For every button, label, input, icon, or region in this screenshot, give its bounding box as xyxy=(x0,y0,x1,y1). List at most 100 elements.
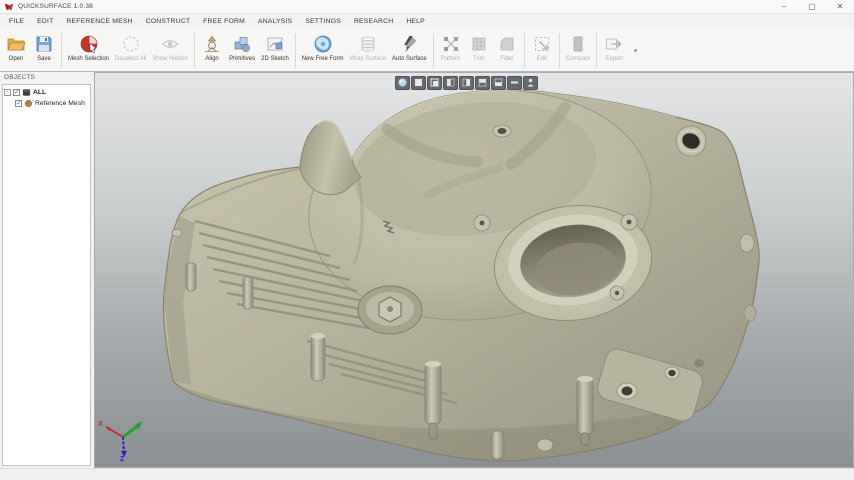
toolbar-button-save[interactable]: Save xyxy=(30,31,58,70)
toolbar-button-label: Mesh Selection xyxy=(68,56,109,62)
toolbar-group: Export xyxy=(600,31,628,70)
toolbar-button-label: Export xyxy=(606,56,623,62)
view-button-bottom-view[interactable] xyxy=(491,76,506,90)
axis-z-label: Z xyxy=(120,456,125,461)
pan-view-icon xyxy=(509,77,520,90)
toolbar-button-label: Primitives xyxy=(229,56,255,62)
sketch-2d-icon xyxy=(264,33,286,55)
toolbar-button-compare[interactable]: Compare xyxy=(563,31,594,70)
tree-expander-icon[interactable]: - xyxy=(4,89,11,96)
toolbar-separator xyxy=(433,33,434,68)
bottom-view-icon xyxy=(493,77,504,90)
reference-mesh-icon xyxy=(24,99,33,108)
toolbar-button-2d-sketch[interactable]: 2D Sketch xyxy=(258,31,292,70)
toolbar-button-trim[interactable]: Trim xyxy=(465,31,493,70)
mesh-selection-icon xyxy=(78,33,100,55)
toolbar-group: Align Primitives 2D Sketch xyxy=(198,31,292,70)
menu-item-research[interactable]: RESEARCH xyxy=(353,16,394,27)
axis-y-label: Y xyxy=(143,418,148,425)
title-bar: QUICKSURFACE 1.0.38 – ▢ ✕ xyxy=(0,0,854,14)
app-logo-icon xyxy=(4,2,14,12)
tree-item-reference-mesh[interactable]: ✓ Reference Mesh xyxy=(4,98,89,109)
toolbar-button-label: 2D Sketch xyxy=(261,56,289,62)
menu-item-settings[interactable]: SETTINGS xyxy=(304,16,342,27)
toolbar-button-fillet[interactable]: Fillet xyxy=(493,31,521,70)
menu-item-construct[interactable]: CONSTRUCT xyxy=(145,16,191,27)
view-button-back-view[interactable] xyxy=(427,76,442,90)
maximize-button[interactable]: ▢ xyxy=(798,0,826,14)
menu-item-help[interactable]: HELP xyxy=(405,16,426,27)
edit-icon xyxy=(531,33,553,55)
minimize-button[interactable]: – xyxy=(770,0,798,14)
primitives-icon xyxy=(231,33,253,55)
toolbar-button-label: Compare xyxy=(566,56,591,62)
3d-viewport[interactable]: X Y Z xyxy=(94,72,854,468)
menu-item-free-form[interactable]: FREE FORM xyxy=(202,16,246,27)
menu-item-analysis[interactable]: ANALYSIS xyxy=(257,16,293,27)
orbit-view-icon xyxy=(397,77,408,90)
user-view-icon xyxy=(525,77,536,90)
toolbar-button-new-free-form[interactable]: New Free Form xyxy=(299,31,347,70)
save-floppy-icon xyxy=(33,33,55,55)
tree-item-label: ALL xyxy=(33,89,46,96)
toolbar-button-primitives[interactable]: Primitives xyxy=(226,31,258,70)
toolbar-button-wrap-surface[interactable]: Wrap Surface xyxy=(346,31,389,70)
toolbar-button-edit[interactable]: Edit xyxy=(528,31,556,70)
toolbar-group: Pattern Trim Fillet xyxy=(437,31,521,70)
pattern-icon xyxy=(440,33,462,55)
toolbar-separator xyxy=(61,33,62,68)
view-button-right-view[interactable] xyxy=(459,76,474,90)
view-button-user-view[interactable] xyxy=(523,76,538,90)
toolbar-button-label: Wrap Surface xyxy=(349,56,386,62)
toolbar-button-auto-surface[interactable]: Auto Surface xyxy=(389,31,430,70)
toolbar-separator xyxy=(194,33,195,68)
toolbar-button-label: Save xyxy=(37,56,51,62)
align-icon xyxy=(201,33,223,55)
toolbar-button-label: Show Hidden xyxy=(152,56,188,62)
axis-triad: X Y Z xyxy=(97,409,149,461)
toolbar-button-show-hidden[interactable]: Show Hidden xyxy=(149,31,191,70)
view-button-front-view[interactable] xyxy=(411,76,426,90)
toolbar-button-label: Edit xyxy=(537,56,547,62)
view-button-left-view[interactable] xyxy=(443,76,458,90)
view-button-top-view[interactable] xyxy=(475,76,490,90)
show-hidden-eye-icon xyxy=(159,33,181,55)
toolbar-separator xyxy=(524,33,525,68)
toolbar-overflow-icon[interactable] xyxy=(634,49,637,52)
3d-model-engine-cover[interactable] xyxy=(95,73,853,467)
menu-item-reference-mesh[interactable]: REFERENCE MESH xyxy=(65,16,133,27)
view-button-pan-view[interactable] xyxy=(507,76,522,90)
auto-surface-icon xyxy=(398,33,420,55)
tree-item-label: Reference Mesh xyxy=(35,100,85,107)
toolbar-button-label: Trim xyxy=(473,56,485,62)
status-bar xyxy=(0,468,854,480)
toolbar-separator xyxy=(295,33,296,68)
compare-icon xyxy=(567,33,589,55)
toolbar-button-mesh-selection[interactable]: Mesh Selection xyxy=(65,31,112,70)
toolbar-button-label: Deselect All xyxy=(115,56,146,62)
deselect-all-icon xyxy=(120,33,142,55)
group-all-icon xyxy=(22,88,31,97)
toolbar-separator xyxy=(559,33,560,68)
view-button-orbit-view[interactable] xyxy=(395,76,410,90)
toolbar-group: Edit xyxy=(528,31,556,70)
top-view-icon xyxy=(477,77,488,90)
trim-icon xyxy=(468,33,490,55)
back-view-icon xyxy=(429,77,440,90)
left-view-icon xyxy=(445,77,456,90)
objects-tree: -✓ ALL ✓ Reference Mesh xyxy=(2,84,91,466)
window-title: QUICKSURFACE 1.0.38 xyxy=(18,3,93,10)
visibility-checkbox[interactable]: ✓ xyxy=(15,100,22,107)
toolbar-button-export[interactable]: Export xyxy=(600,31,628,70)
toolbar-button-pattern[interactable]: Pattern xyxy=(437,31,465,70)
menu-item-file[interactable]: FILE xyxy=(8,16,25,27)
toolbar-button-deselect-all[interactable]: Deselect All xyxy=(112,31,149,70)
toolbar-button-align[interactable]: Align xyxy=(198,31,226,70)
menu-item-edit[interactable]: EDIT xyxy=(36,16,54,27)
tree-item-all[interactable]: -✓ ALL xyxy=(4,87,89,98)
close-button[interactable]: ✕ xyxy=(826,0,854,14)
toolbar-button-label: Align xyxy=(205,56,218,62)
toolbar-button-open[interactable]: Open xyxy=(2,31,30,70)
export-icon xyxy=(603,33,625,55)
visibility-checkbox[interactable]: ✓ xyxy=(13,89,20,96)
